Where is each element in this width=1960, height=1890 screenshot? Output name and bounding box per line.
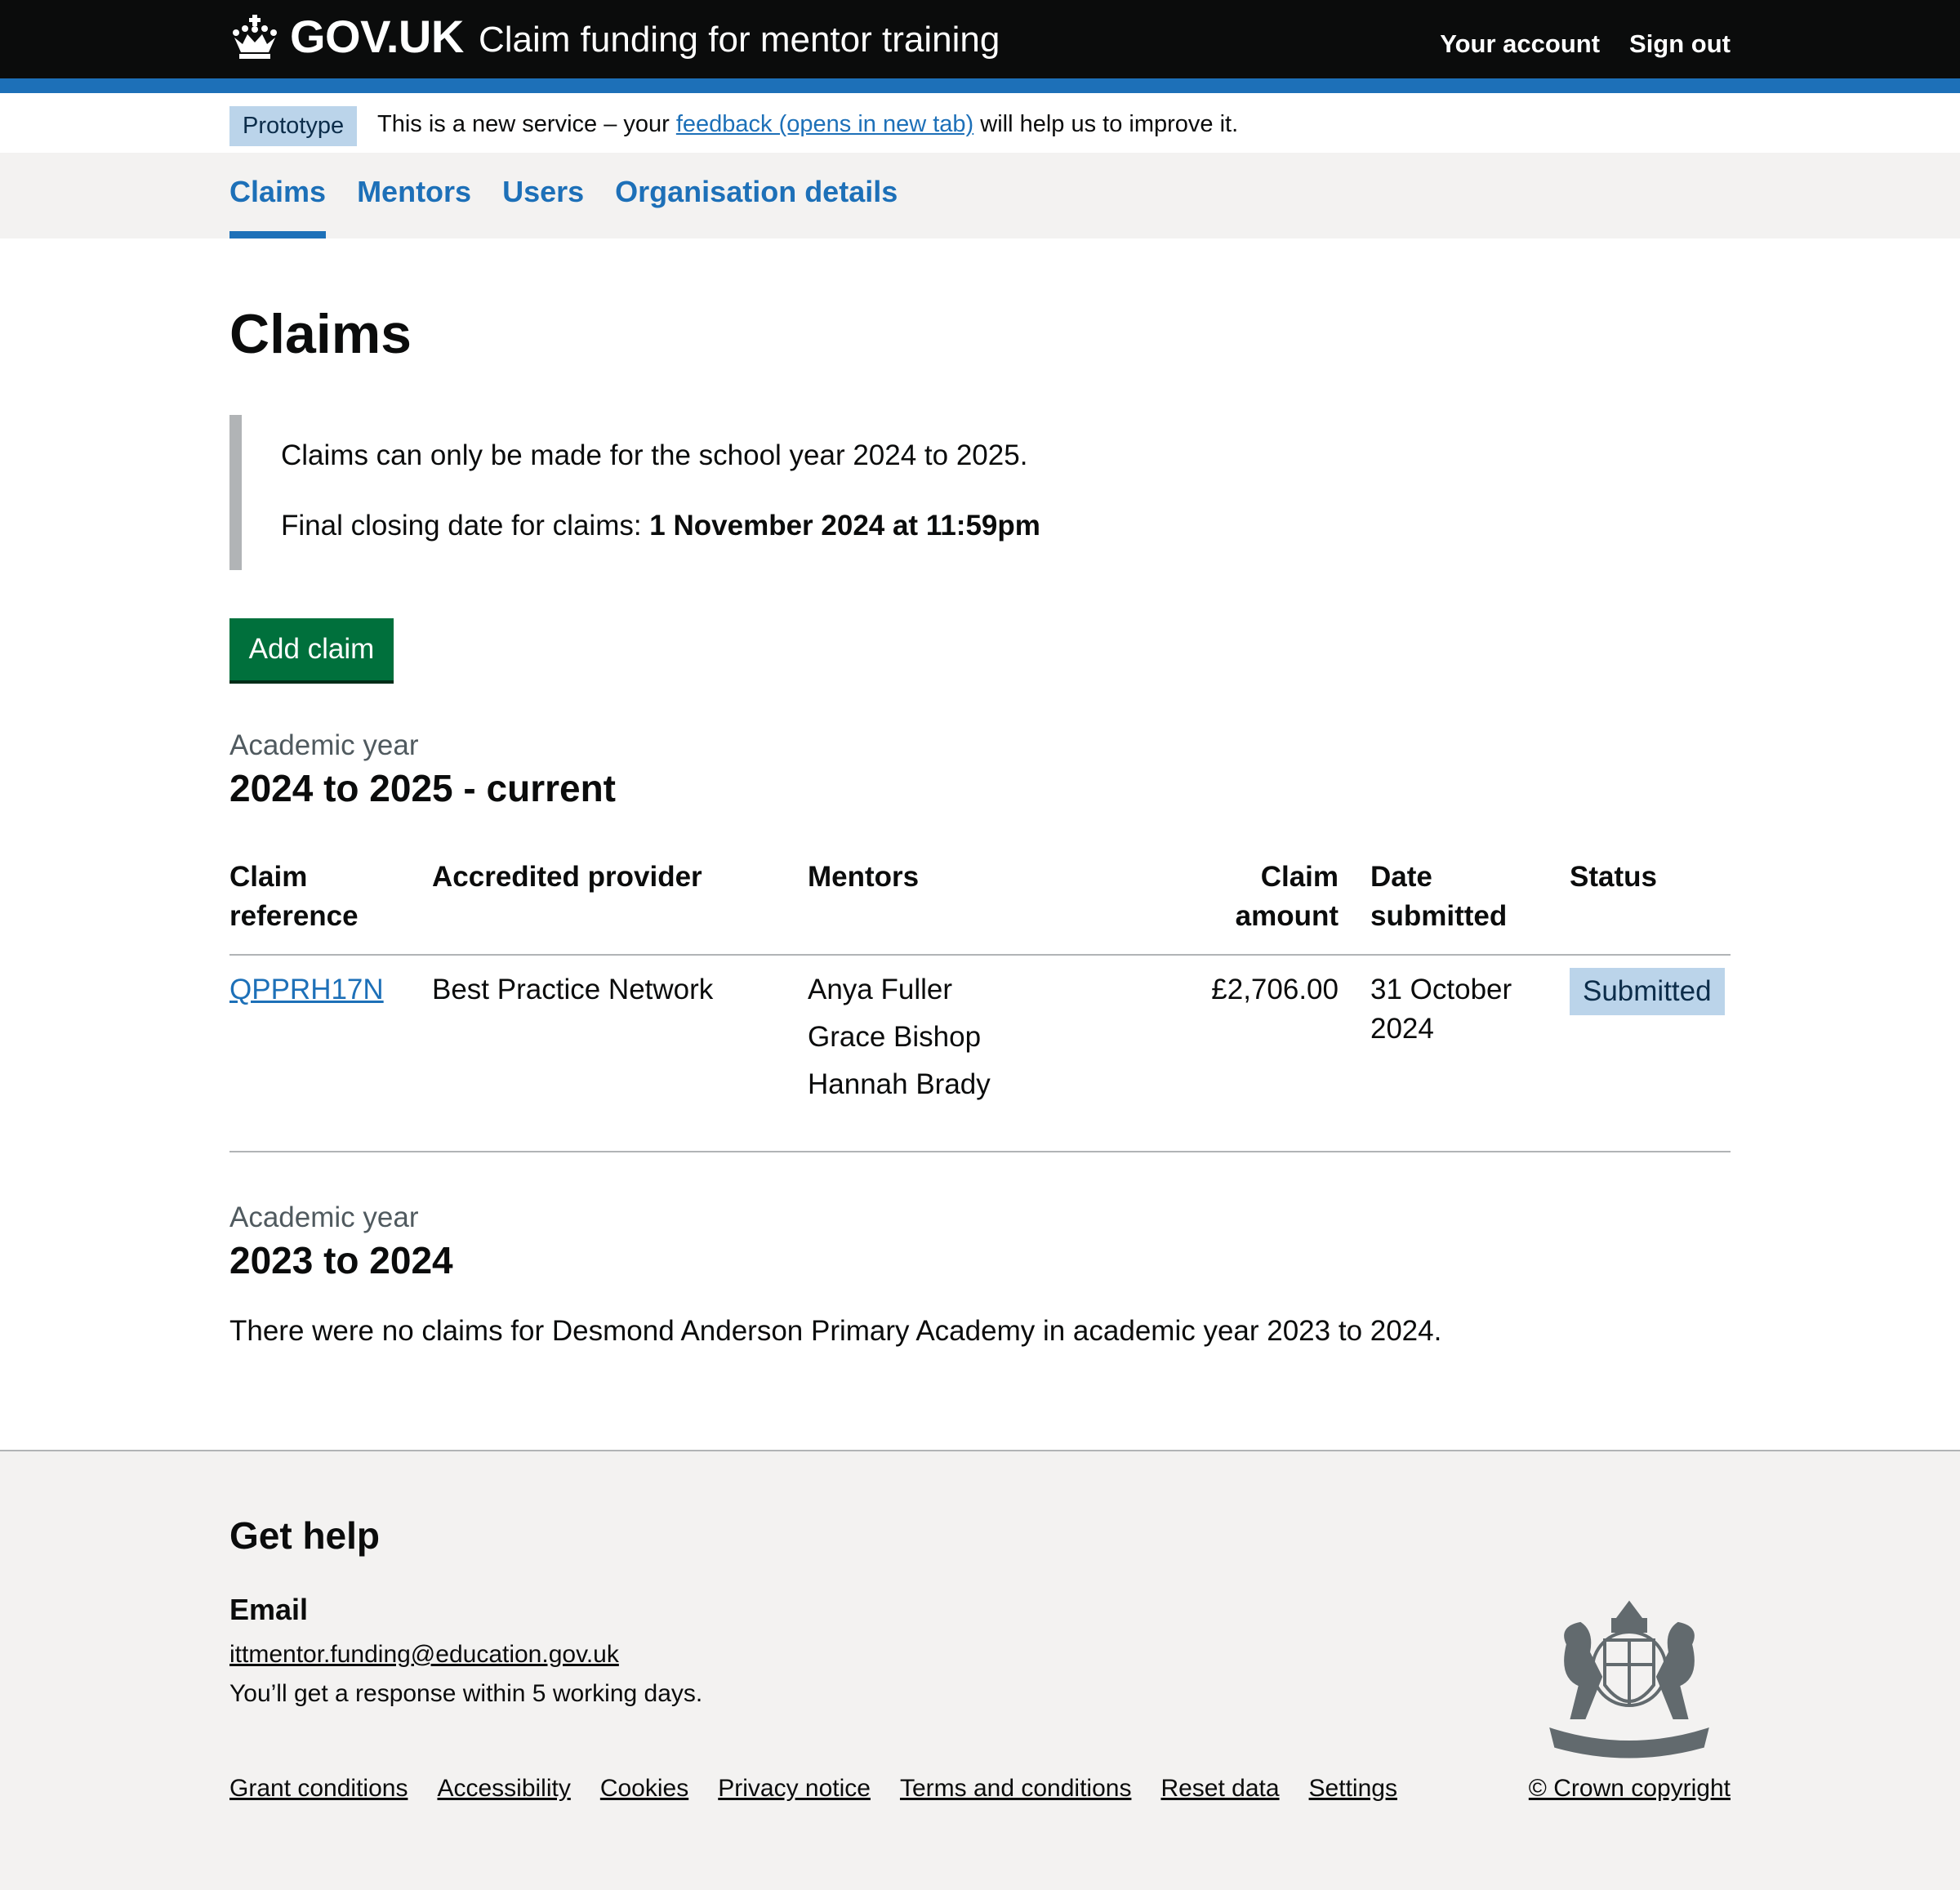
nav-link-claims[interactable]: Claims [229, 154, 326, 209]
claim-amount-cell: £2,706.00 [1211, 974, 1339, 1005]
nav-link-mentors[interactable]: Mentors [357, 154, 471, 209]
add-claim-button[interactable]: Add claim [229, 618, 394, 680]
col-header-claim-reference-line1: Claim [229, 861, 308, 893]
footer-email-label: Email [229, 1593, 309, 1626]
nav-item-claims: Claims [229, 154, 327, 238]
mentor-name: Hannah Brady [808, 1068, 991, 1100]
provider-cell: Best Practice Network [432, 974, 714, 1005]
nav-link-users[interactable]: Users [502, 154, 584, 209]
footer-email-link[interactable]: ittmentor.funding@education.gov.uk [229, 1641, 619, 1669]
no-claims-message: There were no claims for Desmond Anderso… [229, 1315, 1442, 1347]
footer-link-grant-conditions[interactable]: Grant conditions [229, 1775, 408, 1803]
col-header-claim-amount-line2: amount [1235, 900, 1339, 932]
phase-text-before: This is a new service – your [377, 111, 676, 137]
col-header-claim-amount-line1: Claim [1260, 861, 1339, 893]
footer-link-privacy-notice[interactable]: Privacy notice [718, 1775, 871, 1803]
col-header-claim-amount: Claim amount [1236, 858, 1339, 936]
closing-date-prefix: Final closing date for claims: [281, 510, 650, 542]
col-header-date-line1: Date [1370, 861, 1432, 893]
col-header-status: Status [1570, 861, 1657, 893]
service-navigation: Claims Mentors Users Organisation detail… [0, 154, 1960, 238]
col-header-accredited-provider: Accredited provider [432, 861, 702, 893]
page-title: Claims [229, 303, 412, 365]
royal-coat-of-arms-icon [1549, 1600, 1709, 1759]
mentors-cell: Anya Fuller Grace Bishop Hannah Brady [808, 966, 991, 1108]
phase-text-after: will help us to improve it. [973, 111, 1239, 137]
status-badge: Submitted [1570, 968, 1725, 1015]
footer-get-help-heading: Get help [229, 1514, 381, 1557]
govuk-logo-link[interactable]: GOV.UK [229, 10, 464, 63]
crown-icon [233, 14, 277, 59]
footer-link-reset-data[interactable]: Reset data [1160, 1775, 1279, 1803]
sign-out-link[interactable]: Sign out [1629, 29, 1731, 59]
footer-links: Grant conditions Accessibility Cookies P… [229, 1775, 1397, 1803]
header-blue-bar [0, 78, 1960, 93]
table-header-divider [229, 954, 1731, 956]
inset-line-closing-date: Final closing date for claims: 1 Novembe… [281, 510, 1040, 542]
phase-banner: Prototype This is a new service – your f… [0, 93, 1960, 154]
site-footer: Get help Email ittmentor.funding@educati… [0, 1450, 1960, 1890]
mentor-name: Grace Bishop [808, 1021, 982, 1053]
table-row-divider [229, 1151, 1731, 1152]
service-name-link[interactable]: Claim funding for mentor training [479, 20, 1000, 60]
inset-text: Claims can only be made for the school y… [229, 415, 1046, 570]
nav-link-organisation-details[interactable]: Organisation details [615, 154, 898, 209]
logo-text: GOV.UK [290, 11, 464, 62]
current-year-heading: 2024 to 2025 - current [229, 767, 617, 809]
col-header-date-submitted: Date submitted [1370, 858, 1507, 936]
header-nav: Your account Sign out [1440, 29, 1731, 59]
prototype-tag: Prototype [229, 106, 358, 146]
site-header: GOV.UK Claim funding for mentor training… [0, 0, 1960, 78]
claim-reference-link[interactable]: QPPRH17N [229, 974, 384, 1005]
previous-year-caption: Academic year [229, 1201, 419, 1233]
nav-item-organisation-details: Organisation details [615, 154, 898, 238]
date-line2: 2024 [1370, 1013, 1434, 1045]
previous-year-heading: 2023 to 2024 [229, 1239, 453, 1282]
col-header-mentors: Mentors [808, 861, 920, 893]
date-line1: 31 October [1370, 974, 1512, 1005]
footer-link-accessibility[interactable]: Accessibility [437, 1775, 570, 1803]
feedback-link[interactable]: feedback (opens in new tab) [676, 111, 973, 137]
nav-item-users: Users [502, 154, 584, 238]
crown-copyright-link[interactable]: © Crown copyright [1529, 1775, 1731, 1803]
current-year-caption: Academic year [229, 729, 419, 761]
date-submitted-cell: 31 October 2024 [1370, 970, 1512, 1049]
footer-link-terms-and-conditions[interactable]: Terms and conditions [900, 1775, 1131, 1803]
footer-link-cookies[interactable]: Cookies [600, 1775, 688, 1803]
inset-line-school-year: Claims can only be made for the school y… [281, 439, 1028, 471]
nav-item-mentors: Mentors [357, 154, 471, 238]
col-header-claim-reference-line2: reference [229, 900, 359, 932]
closing-date-value: 1 November 2024 at 11:59pm [649, 510, 1040, 542]
mentor-name: Anya Fuller [808, 974, 953, 1005]
col-header-date-line2: submitted [1370, 900, 1508, 932]
claim-reference-cell: QPPRH17N [229, 970, 384, 1010]
col-header-claim-reference: Claim reference [229, 858, 359, 936]
phase-message: This is a new service – your feedback (o… [377, 111, 1238, 138]
footer-response-time: You’ll get a response within 5 working d… [229, 1680, 703, 1707]
footer-link-settings[interactable]: Settings [1309, 1775, 1397, 1803]
your-account-link[interactable]: Your account [1440, 29, 1600, 59]
